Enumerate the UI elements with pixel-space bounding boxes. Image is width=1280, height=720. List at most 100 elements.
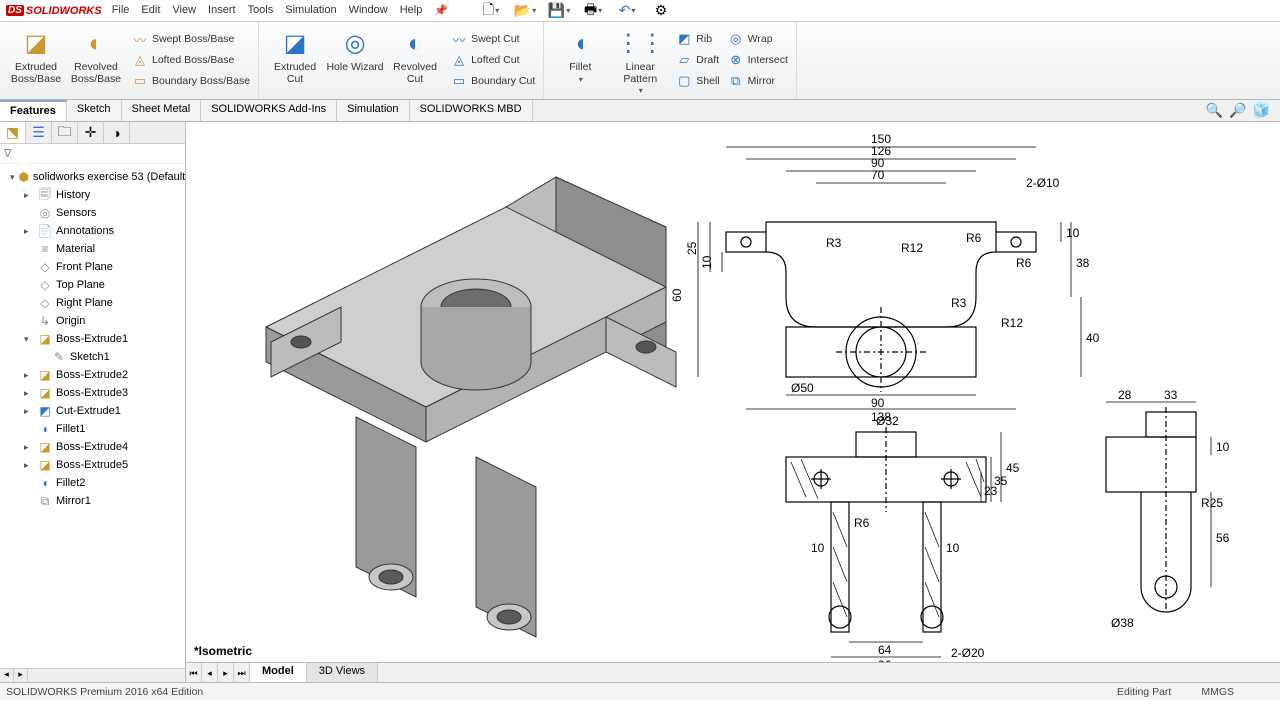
model-canvas[interactable]: 150 126 90 70 2-Ø10 R3 R12 R6 R6 R3 R12 …	[186, 122, 1280, 682]
tab-addins[interactable]: SOLIDWORKS Add-Ins	[201, 100, 337, 121]
tab-simulation[interactable]: Simulation	[337, 100, 409, 121]
menu-pin-icon[interactable]: 📌	[434, 4, 448, 17]
titlebar: DS SOLIDWORKS File Edit View Insert Tool…	[0, 0, 1280, 22]
boss-extrude1-icon: ◪	[38, 332, 52, 346]
tree-label: Right Plane	[56, 297, 113, 309]
menu-view[interactable]: View	[172, 4, 196, 17]
tree-cut-extrude1[interactable]: ▸◩Cut-Extrude1	[2, 402, 183, 420]
boss-extrude5-icon: ◪	[38, 458, 52, 472]
scroll-left-icon[interactable]: ◂	[0, 669, 14, 682]
tree-root[interactable]: ▾⬢ solidworks exercise 53 (Default<<	[2, 168, 183, 186]
tree-origin[interactable]: ↳Origin	[2, 312, 183, 330]
bottom-tab-model[interactable]: Model	[250, 663, 307, 682]
revolved-cut-button[interactable]: ◐Revolved Cut	[385, 26, 445, 85]
boundary-boss-button[interactable]: ▭Boundary Boss/Base	[130, 72, 252, 90]
fillet-button[interactable]: ◖Fillet▾	[550, 26, 610, 85]
swept-cut-button[interactable]: 〰Swept Cut	[449, 30, 537, 48]
shell-button[interactable]: ▢Shell	[674, 72, 721, 90]
tab-sketch[interactable]: Sketch	[67, 100, 122, 121]
extruded-boss-button[interactable]: ◪ Extruded Boss/Base	[6, 26, 66, 85]
menu-help[interactable]: Help	[400, 4, 423, 17]
swept-boss-button[interactable]: 〰Swept Boss/Base	[130, 30, 252, 48]
linear-pattern-button[interactable]: ⋮⋮Linear Pattern▾	[610, 26, 670, 97]
tree-mirror1[interactable]: ⧉Mirror1	[2, 492, 183, 510]
new-doc-icon[interactable]: 🗋▾	[478, 2, 504, 20]
tree-annotations[interactable]: ▸📄Annotations	[2, 222, 183, 240]
draft-button[interactable]: ▱Draft	[674, 51, 721, 69]
config-mgr-icon[interactable]: 🗀	[52, 122, 78, 143]
property-mgr-icon[interactable]: ☰	[26, 122, 52, 143]
lofted-boss-button[interactable]: ◬Lofted Boss/Base	[130, 51, 252, 69]
tree-material[interactable]: ≡Material	[2, 240, 183, 258]
open-icon[interactable]: 📂▾	[512, 2, 538, 20]
intersect-button[interactable]: ⊗Intersect	[726, 51, 790, 69]
extruded-cut-button[interactable]: ◪Extruded Cut	[265, 26, 325, 85]
last-tab-icon[interactable]: ⏭	[234, 663, 250, 682]
status-units[interactable]: MMGS	[1201, 686, 1234, 698]
tree-sensors[interactable]: ◎Sensors	[2, 204, 183, 222]
zoom-window-icon[interactable]: 🔎	[1229, 102, 1246, 119]
appearance-icon[interactable]: ◑	[104, 122, 130, 143]
tree-label: Origin	[56, 315, 85, 327]
tree-hscroll[interactable]: ◂ ▸	[0, 668, 185, 682]
lofted-cut-button[interactable]: ◬Lofted Cut	[449, 51, 537, 69]
menu-edit[interactable]: Edit	[141, 4, 160, 17]
tree-front-plane[interactable]: ◇Front Plane	[2, 258, 183, 276]
tree-boss-extrude4[interactable]: ▸◪Boss-Extrude4	[2, 438, 183, 456]
tree-boss-extrude3[interactable]: ▸◪Boss-Extrude3	[2, 384, 183, 402]
rib-button[interactable]: ◩Rib	[674, 30, 721, 48]
boundary-cut-button[interactable]: ▭Boundary Cut	[449, 72, 537, 90]
tree-label: Boss-Extrude3	[56, 387, 128, 399]
tab-sheetmetal[interactable]: Sheet Metal	[122, 100, 202, 121]
menu-window[interactable]: Window	[349, 4, 388, 17]
tree-fillet2[interactable]: ◖Fillet2	[2, 474, 183, 492]
tree-label: History	[56, 189, 90, 201]
menu-file[interactable]: File	[112, 4, 130, 17]
ribbon-tabs: Features Sketch Sheet Metal SOLIDWORKS A…	[0, 100, 1280, 122]
feature-tree[interactable]: ▾⬢ solidworks exercise 53 (Default<< ▸🗐H…	[0, 164, 185, 668]
ribbon-group-boss: ◪ Extruded Boss/Base ◐ Revolved Boss/Bas…	[0, 22, 259, 99]
save-icon[interactable]: 💾▾	[546, 2, 572, 20]
mirror-icon: ⧉	[728, 73, 744, 89]
linear-pattern-icon: ⋮⋮	[610, 26, 670, 62]
menu-simulation[interactable]: Simulation	[285, 4, 336, 17]
first-tab-icon[interactable]: ⏮	[186, 663, 202, 682]
tree-right-plane[interactable]: ◇Right Plane	[2, 294, 183, 312]
tree-top-plane[interactable]: ◇Top Plane	[2, 276, 183, 294]
undo-icon[interactable]: ↶▾	[614, 2, 640, 20]
intersect-icon: ⊗	[728, 52, 744, 68]
menu-insert[interactable]: Insert	[208, 4, 236, 17]
tab-mbd[interactable]: SOLIDWORKS MBD	[410, 100, 533, 121]
scroll-right-icon[interactable]: ▸	[14, 669, 28, 682]
hole-wizard-button[interactable]: ◎Hole Wizard	[325, 26, 385, 74]
svg-text:R12: R12	[1001, 316, 1023, 330]
bottom-tab-3dviews[interactable]: 3D Views	[307, 663, 378, 682]
menu-tools[interactable]: Tools	[248, 4, 274, 17]
feature-tree-icon[interactable]: ⬔	[0, 122, 26, 143]
fillet1-icon: ◖	[38, 422, 52, 436]
tree-sketch1[interactable]: ✎Sketch1	[2, 348, 183, 366]
svg-text:R6: R6	[854, 516, 870, 530]
tree-boss-extrude5[interactable]: ▸◪Boss-Extrude5	[2, 456, 183, 474]
tree-filter-icon[interactable]: ∇	[0, 144, 185, 164]
prev-tab-icon[interactable]: ◂	[202, 663, 218, 682]
tree-boss-extrude1[interactable]: ▾◪Boss-Extrude1	[2, 330, 183, 348]
wrap-button[interactable]: ◎Wrap	[726, 30, 790, 48]
tree-label: Cut-Extrude1	[56, 405, 121, 417]
revolved-boss-icon: ◐	[66, 26, 126, 62]
view-orient-icon[interactable]: 🧊	[1253, 102, 1270, 119]
mirror-button[interactable]: ⧉Mirror	[726, 72, 790, 90]
settings-icon[interactable]: ⚙	[648, 2, 674, 20]
graphics-area[interactable]: 150 126 90 70 2-Ø10 R3 R12 R6 R6 R3 R12 …	[186, 122, 1280, 682]
tree-fillet1[interactable]: ◖Fillet1	[2, 420, 183, 438]
tree-history[interactable]: ▸🗐History	[2, 186, 183, 204]
svg-text:10: 10	[1066, 226, 1080, 240]
mirror1-icon: ⧉	[38, 494, 52, 508]
revolved-boss-button[interactable]: ◐ Revolved Boss/Base	[66, 26, 126, 85]
tree-boss-extrude2[interactable]: ▸◪Boss-Extrude2	[2, 366, 183, 384]
tab-features[interactable]: Features	[0, 100, 67, 121]
next-tab-icon[interactable]: ▸	[218, 663, 234, 682]
dimxpert-icon[interactable]: ✛	[78, 122, 104, 143]
zoom-fit-icon[interactable]: 🔍	[1206, 102, 1223, 119]
print-icon[interactable]: 🖶▾	[580, 2, 606, 20]
